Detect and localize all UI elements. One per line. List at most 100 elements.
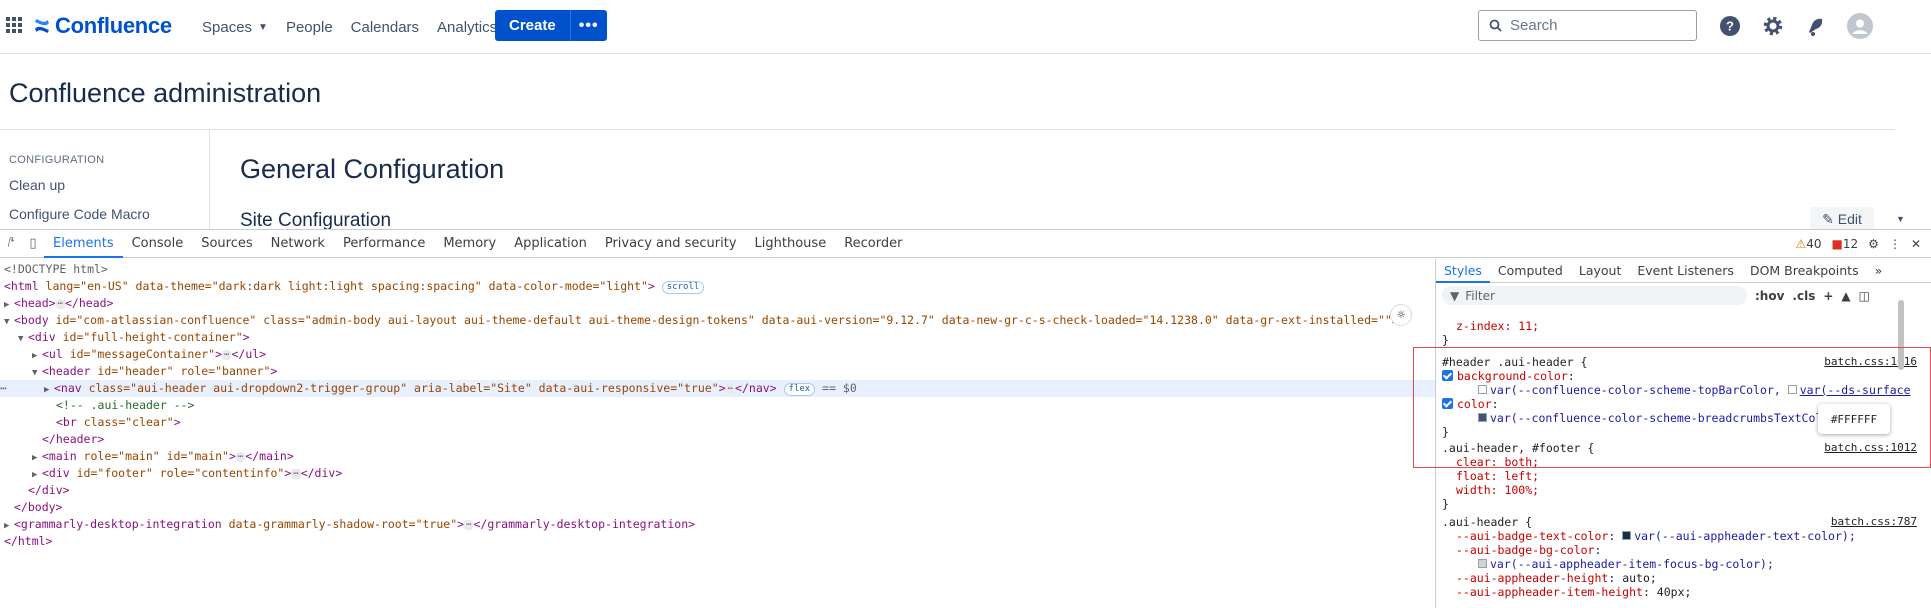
rule-prop[interactable]: width: 100%; <box>1456 483 1539 497</box>
enable-checkbox[interactable] <box>1442 398 1453 409</box>
tab-console[interactable]: Console <box>123 230 193 258</box>
dom-line[interactable]: ▶ <main role="main" id="main"> ⋯ </main> <box>32 448 294 465</box>
rule-prop[interactable]: --aui-appheader-height: auto; <box>1456 571 1657 585</box>
create-button[interactable]: Create <box>495 10 570 41</box>
more-tabs-icon[interactable]: » <box>1867 259 1891 283</box>
settings-gear-icon[interactable] <box>1760 13 1786 39</box>
styles-scrollbar[interactable] <box>1898 300 1904 370</box>
color-swatch[interactable] <box>1478 413 1487 422</box>
dom-line[interactable]: ▼ <header id="header" role="banner"> <box>32 363 277 380</box>
dom-line[interactable]: <!-- .aui-header --> <box>56 397 194 414</box>
errors-counter[interactable]: ■12 <box>1832 237 1859 251</box>
color-swatch[interactable] <box>1787 385 1797 394</box>
avatar[interactable] <box>1847 13 1873 39</box>
scroll-badge[interactable]: scroll <box>661 281 705 294</box>
dom-line[interactable]: </body> <box>14 499 62 516</box>
create-more-button[interactable]: ••• <box>569 10 607 41</box>
dom-line[interactable]: ▶ <grammarly-desktop-integration data-gra… <box>4 516 695 533</box>
rule-value[interactable]: var(--confluence-color-scheme-topBarColo… <box>1478 383 1911 397</box>
search-placeholder: Search <box>1510 17 1558 34</box>
tab-application[interactable]: Application <box>505 230 596 258</box>
paint-icon[interactable]: ▲ <box>1841 289 1850 303</box>
tab-recorder[interactable]: Recorder <box>835 230 911 258</box>
rule-prop[interactable]: --aui-appheader-item-height: 40px; <box>1456 585 1691 599</box>
sidebar-toggle-icon[interactable]: ◫ <box>1859 289 1870 303</box>
rule-prop[interactable]: --aui-badge-text-color: var(--aui-apphea… <box>1456 529 1856 543</box>
search-input[interactable]: Search <box>1478 10 1697 41</box>
rule-prop[interactable]: float: left; <box>1456 469 1539 483</box>
help-icon[interactable]: ? <box>1717 13 1743 39</box>
footer-attrs: id="footer" role="contentinfo" <box>69 466 285 480</box>
color-swatch[interactable] <box>1478 559 1487 568</box>
source-link[interactable]: batch.css:1012 <box>1824 441 1917 454</box>
hov-toggle[interactable]: :hov <box>1755 289 1784 303</box>
nav-people[interactable]: People <box>277 0 342 54</box>
new-rule-icon[interactable]: + <box>1823 289 1833 303</box>
sidebar-link-clean-up[interactable]: Clean up <box>9 177 65 193</box>
tab-network[interactable]: Network <box>262 230 334 258</box>
dom-line-selected[interactable]: ⋯ ▶ <nav class="aui-header aui-dropdown2-t… <box>0 380 1435 397</box>
dom-line[interactable]: </html> <box>4 533 52 550</box>
rule-prop[interactable]: background-color: <box>1442 369 1575 383</box>
dom-line[interactable]: ▼ <body id="com-atlassian-confluence" cla… <box>4 312 1399 329</box>
dom-line[interactable]: <html lang="en-US" data-theme="dark:dark… <box>4 278 705 295</box>
dom-line[interactable]: </header> <box>42 431 104 448</box>
collapsed-dots[interactable]: ⋯ <box>725 384 736 394</box>
notifications-icon[interactable] <box>1803 13 1829 39</box>
more-options-icon[interactable]: ⋮ <box>1889 237 1901 251</box>
inspect-element-icon[interactable]: ⭚ <box>0 230 22 258</box>
dom-line[interactable]: <!DOCTYPE html> <box>4 261 108 278</box>
color-swatch[interactable] <box>1622 531 1632 540</box>
dom-line[interactable]: ▶ <ul id="messageContainer"> ⋯ </ul> <box>32 346 266 363</box>
cls-toggle[interactable]: .cls <box>1792 289 1815 303</box>
dom-line[interactable]: ▼ <div id="full-height-container"> <box>18 329 250 346</box>
close-icon[interactable]: ✕ <box>1911 237 1921 251</box>
tab-elements[interactable]: Elements <box>44 230 123 258</box>
tab-performance[interactable]: Performance <box>334 230 434 258</box>
tab-lighthouse[interactable]: Lighthouse <box>746 230 836 258</box>
rule-selector[interactable]: .aui-header, #footer { <box>1442 441 1594 455</box>
edit-button[interactable]: ✎ Edit <box>1810 207 1874 231</box>
rule-value[interactable]: var(--aui-appheader-item-focus-bg-color)… <box>1478 557 1774 571</box>
sidebar-link-configure-code-macro[interactable]: Configure Code Macro <box>9 206 150 222</box>
dom-line[interactable]: ▶ <head> ⋯ </head> <box>4 295 113 312</box>
app-switcher-icon[interactable] <box>6 17 22 33</box>
collapsed-dots[interactable]: ⋯ <box>291 469 301 479</box>
rule-close: } <box>1442 333 1449 347</box>
collapsed-dots[interactable]: ⋯ <box>235 452 246 462</box>
rule-prop[interactable]: --aui-badge-bg-color: <box>1456 543 1601 557</box>
nav-calendars[interactable]: Calendars <box>342 0 428 54</box>
tab-dom-breakpoints[interactable]: DOM Breakpoints <box>1742 259 1867 283</box>
collapsed-dots[interactable]: ⋯ <box>55 299 65 309</box>
device-toolbar-icon[interactable]: ▯ <box>22 230 44 258</box>
accessibility-icon[interactable]: ☼ <box>1390 304 1412 326</box>
tab-privacy-security[interactable]: Privacy and security <box>596 230 746 258</box>
source-link[interactable]: batch.css:787 <box>1831 515 1917 528</box>
confluence-logo[interactable]: Confluence <box>34 13 172 39</box>
rule-prop[interactable]: z-index: 11; <box>1456 319 1539 333</box>
tab-memory[interactable]: Memory <box>434 230 505 258</box>
dom-tree: <!DOCTYPE html> <html lang="en-US" data-… <box>0 259 1435 608</box>
color-swatch[interactable] <box>1478 385 1487 394</box>
enable-checkbox[interactable] <box>1442 370 1453 381</box>
rule-selector[interactable]: #header .aui-header { <box>1442 355 1587 369</box>
nav-spaces[interactable]: Spaces ▼ <box>193 0 277 54</box>
rule-value[interactable]: var(--confluence-color-scheme-breadcrumb… <box>1478 411 1836 425</box>
dom-line[interactable]: </div> <box>28 482 70 499</box>
scroll-down-arrow-icon[interactable]: ▼ <box>1896 214 1905 224</box>
warnings-counter[interactable]: ⚠40 <box>1796 237 1822 251</box>
tab-layout[interactable]: Layout <box>1571 259 1630 283</box>
tab-sources[interactable]: Sources <box>192 230 261 258</box>
rule-prop[interactable]: clear: both; <box>1456 455 1539 469</box>
tab-event-listeners[interactable]: Event Listeners <box>1629 259 1742 283</box>
flex-badge[interactable]: flex <box>783 383 816 396</box>
dom-line[interactable]: <br class="clear"> <box>56 414 181 431</box>
dom-line[interactable]: ▶ <div id="footer" role="contentinfo"> ⋯ </… <box>32 465 342 482</box>
rule-prop[interactable]: color: <box>1442 397 1499 411</box>
rule-selector[interactable]: .aui-header { <box>1442 515 1532 529</box>
prop-name: --aui-badge-text-color <box>1456 529 1609 543</box>
tab-computed[interactable]: Computed <box>1490 259 1571 283</box>
tab-styles[interactable]: Styles <box>1436 259 1490 283</box>
styles-filter-input[interactable]: ▼ Filter <box>1442 286 1747 305</box>
devtools-settings-gear-icon[interactable]: ⚙ <box>1868 237 1879 251</box>
